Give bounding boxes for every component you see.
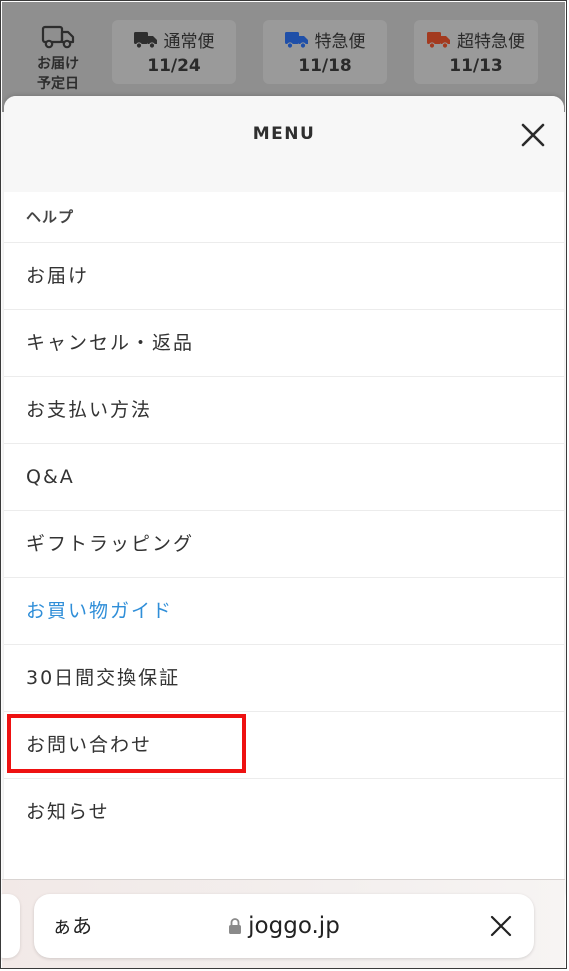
truck-icon <box>284 31 308 49</box>
browser-toolbar: ぁあ joggo.jp <box>1 879 565 968</box>
delivery-option-standard[interactable]: 通常便 11/24 <box>112 20 236 84</box>
lock-icon <box>229 918 242 934</box>
section-label-help: ヘルプ <box>4 192 564 243</box>
truck-icon <box>133 31 157 49</box>
close-icon <box>521 123 545 147</box>
menu-item-cancel-return[interactable]: キャンセル・返品 <box>4 310 564 377</box>
url-display: joggo.jp <box>34 894 534 958</box>
delivery-option-date: 11/13 <box>449 56 503 76</box>
delivery-label: お届け 予定日 <box>22 24 94 94</box>
text-size-button[interactable]: ぁあ <box>52 894 92 958</box>
menu-title: MENU <box>252 124 316 144</box>
delivery-option-date: 11/24 <box>147 56 201 76</box>
delivery-option-date: 11/18 <box>298 56 352 76</box>
close-icon <box>490 915 512 937</box>
delivery-option-express[interactable]: 特急便 11/18 <box>263 20 387 84</box>
menu-item-news[interactable]: お知らせ <box>4 779 564 845</box>
menu-header: MENU <box>4 96 564 192</box>
previous-tab-stub[interactable] <box>1 894 20 958</box>
menu-item-delivery[interactable]: お届け <box>4 243 564 310</box>
menu-item-gift-wrapping[interactable]: ギフトラッピング <box>4 511 564 578</box>
menu-item-exchange-guarantee[interactable]: 30日間交換保証 <box>4 645 564 712</box>
menu-item-faq[interactable]: Q&A <box>4 444 564 511</box>
address-close-button[interactable] <box>486 911 516 941</box>
menu-sheet: MENU ヘルプ お届け キャンセル・返品 お支払い方法 Q&A ギフトラッピン… <box>4 96 564 896</box>
truck-outline-icon <box>41 25 75 49</box>
delivery-option-name: 特急便 <box>314 32 366 52</box>
delivery-option-name: 超特急便 <box>457 32 525 52</box>
delivery-label-line1: お届け <box>37 56 79 72</box>
address-bar[interactable]: ぁあ joggo.jp <box>34 894 534 958</box>
menu-close-button[interactable] <box>518 120 548 150</box>
url-text: joggo.jp <box>248 913 340 939</box>
menu-item-payment-methods[interactable]: お支払い方法 <box>4 377 564 444</box>
menu-item-contact[interactable]: お問い合わせ <box>4 712 564 779</box>
delivery-option-name: 通常便 <box>163 32 215 52</box>
menu-item-shopping-guide[interactable]: お買い物ガイド <box>4 578 564 645</box>
screen-frame: お届け 予定日 通常便 11/24 特急便 11/18 超特急便 11/13 M… <box>0 0 567 969</box>
delivery-option-super-express[interactable]: 超特急便 11/13 <box>414 20 538 84</box>
delivery-label-line2: 予定日 <box>37 76 79 92</box>
truck-icon <box>427 31 450 49</box>
